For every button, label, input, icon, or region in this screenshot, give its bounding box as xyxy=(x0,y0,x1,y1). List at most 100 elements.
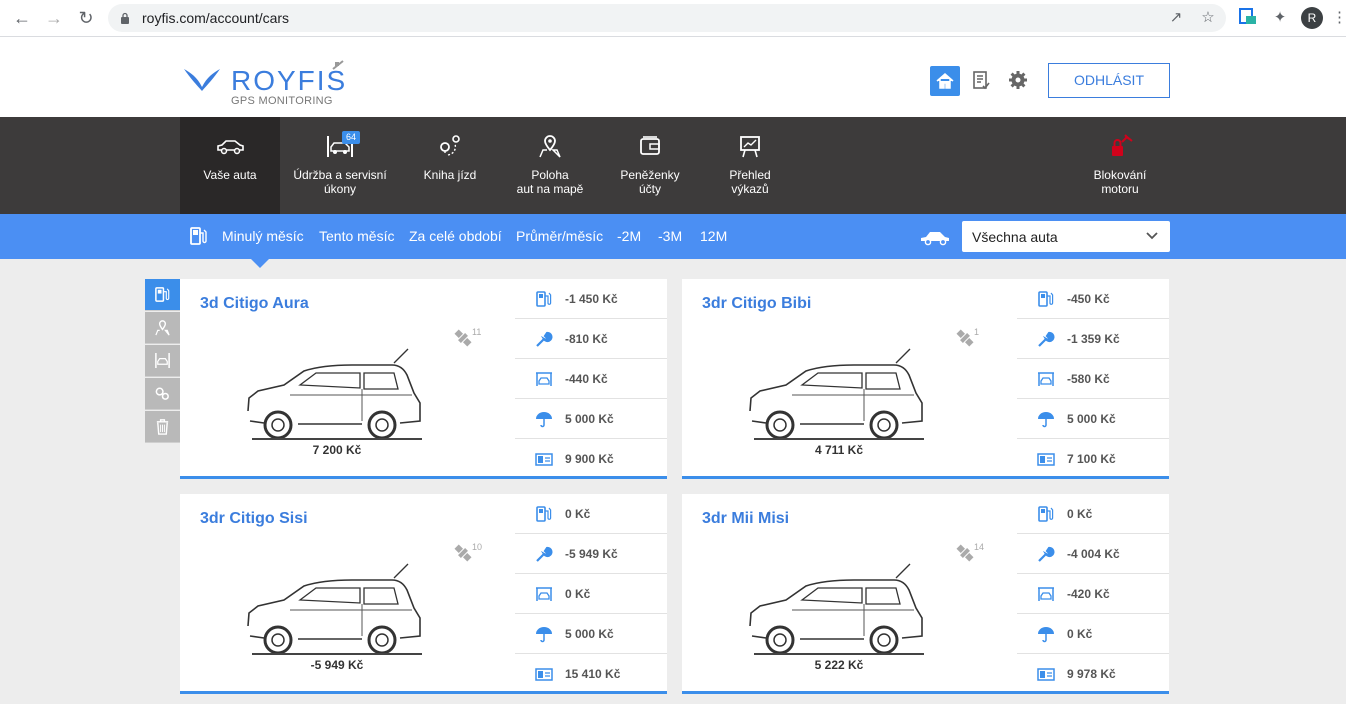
stat-row-maintenance[interactable]: -1 359 Kč xyxy=(1017,319,1169,359)
logo-text: ROYFIS xyxy=(231,65,348,96)
stat-row-insurance[interactable]: 5 000 Kč xyxy=(1017,399,1169,439)
maintenance-count-badge: 64 xyxy=(342,131,361,144)
document-list-icon[interactable] xyxy=(972,71,990,91)
stat-insurance-value: 5 000 Kč xyxy=(565,412,614,426)
share-icon[interactable]: ↗ xyxy=(1166,8,1186,28)
nav-label: Blokování motoru xyxy=(1093,168,1147,196)
nav-item-wallets[interactable]: Peněženky účty xyxy=(600,117,700,214)
satellite-count: 10 xyxy=(472,542,483,552)
stat-row-fuel[interactable]: -1 450 Kč xyxy=(515,279,667,319)
browser-toolbar: ← → ↻ royfis.com/account/cars ↗ ☆ ✦ R ⋮ xyxy=(0,0,1346,37)
car-name[interactable]: 3dr Citigo Sisi xyxy=(200,510,308,528)
stat-row-income[interactable]: 15 410 Kč xyxy=(515,654,667,691)
report-board-icon xyxy=(740,136,760,158)
stat-row-income[interactable]: 9 900 Kč xyxy=(515,439,667,476)
stat-fuel-value: 0 Kč xyxy=(1067,507,1093,521)
logout-button[interactable]: ODHLÁSIT xyxy=(1048,63,1170,98)
car-card[interactable]: 3dr Mii Misi 14 5 222 Kč 0 Kč -4 004 Kč … xyxy=(682,494,1169,694)
home-button[interactable] xyxy=(930,66,960,96)
stat-row-service[interactable]: -420 Kč xyxy=(1017,574,1169,614)
nav-item-reports[interactable]: Přehled výkazů xyxy=(700,117,800,214)
nav-item-maintenance[interactable]: 64 Údržba a servisní úkony xyxy=(280,117,400,214)
money-icon xyxy=(1037,668,1055,681)
stat-row-fuel[interactable]: 0 Kč xyxy=(1017,494,1169,534)
filter-12m[interactable]: 12M xyxy=(700,228,727,244)
stat-row-income[interactable]: 9 978 Kč xyxy=(1017,654,1169,691)
car-name[interactable]: 3dr Mii Misi xyxy=(702,510,789,528)
stat-row-insurance[interactable]: 5 000 Kč xyxy=(515,399,667,439)
stat-row-maintenance[interactable]: -5 949 Kč xyxy=(515,534,667,574)
nav-item-your-cars[interactable]: Vaše auta xyxy=(180,117,280,214)
site-header: ROYFIS GPS MONITORING ODHLÁSIT xyxy=(0,37,1346,117)
filter-minus-2m[interactable]: -2M xyxy=(617,228,641,244)
filter-this-month[interactable]: Tento měsíc xyxy=(319,228,394,244)
car-select-dropdown[interactable]: Všechna auta xyxy=(962,221,1170,252)
stat-row-insurance[interactable]: 5 000 Kč xyxy=(515,614,667,654)
stat-row-fuel[interactable]: -450 Kč xyxy=(1017,279,1169,319)
satellite-logo-icon xyxy=(332,60,344,70)
royfis-logo[interactable]: ROYFIS GPS MONITORING xyxy=(183,59,353,109)
service-lift-icon xyxy=(536,372,552,386)
stat-row-fuel[interactable]: 0 Kč xyxy=(515,494,667,534)
puzzle-extensions-icon[interactable]: ✦ xyxy=(1270,8,1290,28)
engine-lock-icon xyxy=(1112,134,1133,156)
fuel-pump-icon xyxy=(1038,291,1054,307)
car-name[interactable]: 3dr Citigo Bibi xyxy=(702,295,811,313)
car-illustration xyxy=(749,348,924,440)
nav-label: Přehled výkazů xyxy=(729,168,771,196)
side-tool-settings[interactable] xyxy=(145,378,180,410)
wallet-icon xyxy=(640,136,660,155)
stat-row-insurance[interactable]: 0 Kč xyxy=(1017,614,1169,654)
extension-app-icon[interactable] xyxy=(1238,8,1258,28)
reload-icon[interactable]: ↻ xyxy=(74,7,98,29)
filter-whole-period[interactable]: Za celé období xyxy=(409,228,502,244)
side-tool-delete[interactable] xyxy=(145,411,180,443)
profile-avatar[interactable]: R xyxy=(1301,7,1323,29)
car-card[interactable]: 3d Citigo Aura 11 7 200 Kč -1 450 Kč -81… xyxy=(180,279,667,479)
stat-row-service[interactable]: 0 Kč xyxy=(515,574,667,614)
side-tool-map[interactable] xyxy=(145,312,180,344)
settings-gear-icon[interactable] xyxy=(1008,70,1028,90)
car-stats: 0 Kč -4 004 Kč -420 Kč 0 Kč 9 978 Kč xyxy=(1017,494,1169,691)
nav-item-logbook[interactable]: Kniha jízd xyxy=(400,117,500,214)
service-lift-icon xyxy=(536,587,552,601)
car-name[interactable]: 3d Citigo Aura xyxy=(200,295,309,313)
wrench-icon xyxy=(536,331,553,347)
fuel-pump-icon xyxy=(536,506,552,522)
satellite-count: 14 xyxy=(974,542,985,552)
bookmark-star-icon[interactable]: ☆ xyxy=(1198,8,1218,28)
car-stats: 0 Kč -5 949 Kč 0 Kč 5 000 Kč 15 410 Kč xyxy=(515,494,667,691)
car-total-balance: 7 200 Kč xyxy=(312,443,362,457)
stat-row-maintenance[interactable]: -810 Kč xyxy=(515,319,667,359)
filter-monthly-average[interactable]: Průměr/měsíc xyxy=(516,228,603,244)
url-text: royfis.com/account/cars xyxy=(142,10,290,26)
wrench-icon xyxy=(1038,546,1055,562)
satellite-icon xyxy=(956,544,974,562)
fuel-pump-icon xyxy=(190,227,207,245)
browser-menu-icon[interactable]: ⋮ xyxy=(1332,8,1346,28)
map-pin-icon xyxy=(155,320,170,336)
nav-item-map-position[interactable]: Poloha aut na mapě xyxy=(500,117,600,214)
stat-row-service[interactable]: -440 Kč xyxy=(515,359,667,399)
umbrella-icon xyxy=(1038,627,1054,643)
address-bar[interactable]: royfis.com/account/cars ↗ ☆ xyxy=(108,4,1226,32)
filter-last-month[interactable]: Minulý měsíc xyxy=(222,228,304,244)
car-total-balance: 5 222 Kč xyxy=(814,658,864,672)
stat-row-income[interactable]: 7 100 Kč xyxy=(1017,439,1169,476)
stat-income-value: 9 978 Kč xyxy=(1067,667,1116,681)
stat-fuel-value: -450 Kč xyxy=(1067,292,1110,306)
stat-service-value: 0 Kč xyxy=(565,587,591,601)
car-card[interactable]: 3dr Citigo Sisi 10 -5 949 Kč 0 Kč -5 949… xyxy=(180,494,667,694)
stat-row-maintenance[interactable]: -4 004 Kč xyxy=(1017,534,1169,574)
filter-minus-3m[interactable]: -3M xyxy=(658,228,682,244)
car-card[interactable]: 3dr Citigo Bibi 1 4 711 Kč -450 Kč -1 35… xyxy=(682,279,1169,479)
stat-row-service[interactable]: -580 Kč xyxy=(1017,359,1169,399)
stat-insurance-value: 5 000 Kč xyxy=(565,627,614,641)
stat-fuel-value: 0 Kč xyxy=(565,507,591,521)
forward-icon[interactable]: → xyxy=(42,7,66,29)
back-icon[interactable]: ← xyxy=(10,7,34,29)
nav-item-engine-lock[interactable]: Blokování motoru xyxy=(1070,117,1170,214)
side-tool-fuel[interactable] xyxy=(145,279,180,311)
stat-income-value: 15 410 Kč xyxy=(565,667,621,681)
side-tool-service[interactable] xyxy=(145,345,180,377)
